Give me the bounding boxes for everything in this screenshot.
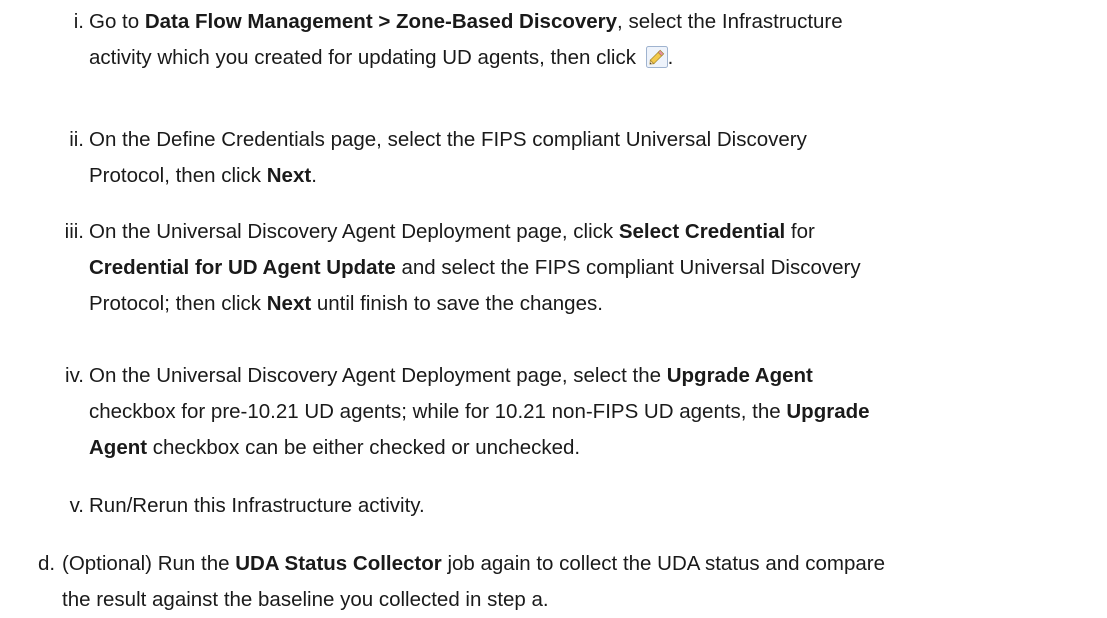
- text-segment: On the Universal Discovery Agent Deploym…: [89, 364, 667, 387]
- text-segment: Go to: [89, 10, 145, 33]
- bold-text: Data Flow Management > Zone-Based Discov…: [144, 10, 618, 33]
- text-line: Protocol; then click Next until finish t…: [89, 286, 861, 322]
- text-line: Protocol, then click Next.: [89, 158, 807, 194]
- text-segment: Run/Rerun this Infrastructure activity.: [89, 494, 425, 517]
- text-line: Go to Data Flow Management > Zone-Based …: [89, 4, 843, 40]
- text-segment: Protocol; then click: [89, 292, 267, 315]
- step-i: i. Go to Data Flow Management > Zone-Bas…: [44, 4, 843, 76]
- step-marker: ii.: [69, 128, 84, 151]
- bold-text: Upgrade Agent: [666, 364, 813, 387]
- step-marker: v.: [69, 494, 84, 517]
- step-text: Run/Rerun this Infrastructure activity.: [89, 488, 425, 524]
- text-segment: and select the FIPS compliant Universal …: [395, 256, 861, 279]
- step-text: (Optional) Run the UDA Status Collector …: [62, 546, 885, 618]
- text-segment: (Optional) Run the: [62, 552, 236, 575]
- text-line: On the Universal Discovery Agent Deploym…: [89, 214, 861, 250]
- text-segment: checkbox can be either checked or unchec…: [147, 436, 581, 459]
- text-segment: On the Define Credentials page, select t…: [89, 128, 807, 151]
- bold-text: Credential for UD Agent Update: [89, 256, 396, 279]
- text-segment: activity which you created for updating …: [89, 46, 642, 69]
- bold-text: Next: [266, 292, 312, 315]
- step-text: On the Define Credentials page, select t…: [89, 122, 807, 194]
- text-segment: the result against the baseline you coll…: [62, 588, 549, 611]
- step-iv: iv. On the Universal Discovery Agent Dep…: [44, 358, 870, 466]
- text-segment: .: [667, 46, 674, 69]
- text-line: the result against the baseline you coll…: [62, 582, 885, 618]
- step-iii: iii. On the Universal Discovery Agent De…: [44, 214, 861, 322]
- bold-text: Agent: [89, 436, 148, 459]
- step-marker: iv.: [65, 364, 84, 387]
- text-line: checkbox for pre-10.21 UD agents; while …: [89, 394, 870, 430]
- step-ii: ii. On the Define Credentials page, sele…: [44, 122, 807, 194]
- text-line: activity which you created for updating …: [89, 40, 843, 76]
- text-line: On the Define Credentials page, select t…: [89, 122, 807, 158]
- text-line: Credential for UD Agent Update and selec…: [89, 250, 861, 286]
- text-segment: .: [311, 164, 317, 187]
- bold-text: UDA Status Collector: [235, 552, 442, 575]
- text-segment: until finish to save the changes.: [311, 292, 603, 315]
- bold-text: Next: [266, 164, 312, 187]
- bold-text: Upgrade: [786, 400, 870, 423]
- step-marker: d.: [38, 552, 56, 575]
- text-segment: , select the Infrastructure: [617, 10, 843, 33]
- text-segment: job again to collect the UDA status and …: [441, 552, 886, 575]
- text-segment: checkbox for pre-10.21 UD agents; while …: [89, 400, 787, 423]
- text-line: Agent checkbox can be either checked or …: [89, 430, 870, 466]
- step-marker: i.: [73, 10, 84, 33]
- text-line: (Optional) Run the UDA Status Collector …: [62, 546, 885, 582]
- step-text: On the Universal Discovery Agent Deploym…: [89, 358, 870, 466]
- text-segment: for: [785, 220, 815, 243]
- step-text: On the Universal Discovery Agent Deploym…: [89, 214, 861, 322]
- step-marker: iii.: [64, 220, 84, 243]
- step-text: Go to Data Flow Management > Zone-Based …: [89, 4, 843, 76]
- text-segment: Protocol, then click: [89, 164, 267, 187]
- step-d: d. (Optional) Run the UDA Status Collect…: [38, 546, 885, 618]
- text-line: Run/Rerun this Infrastructure activity.: [89, 488, 425, 524]
- bold-text: Select Credential: [618, 220, 786, 243]
- text-segment: On the Universal Discovery Agent Deploym…: [89, 220, 619, 243]
- pencil-edit-icon: [646, 46, 668, 68]
- step-v: v. Run/Rerun this Infrastructure activit…: [44, 488, 425, 524]
- text-line: On the Universal Discovery Agent Deploym…: [89, 358, 870, 394]
